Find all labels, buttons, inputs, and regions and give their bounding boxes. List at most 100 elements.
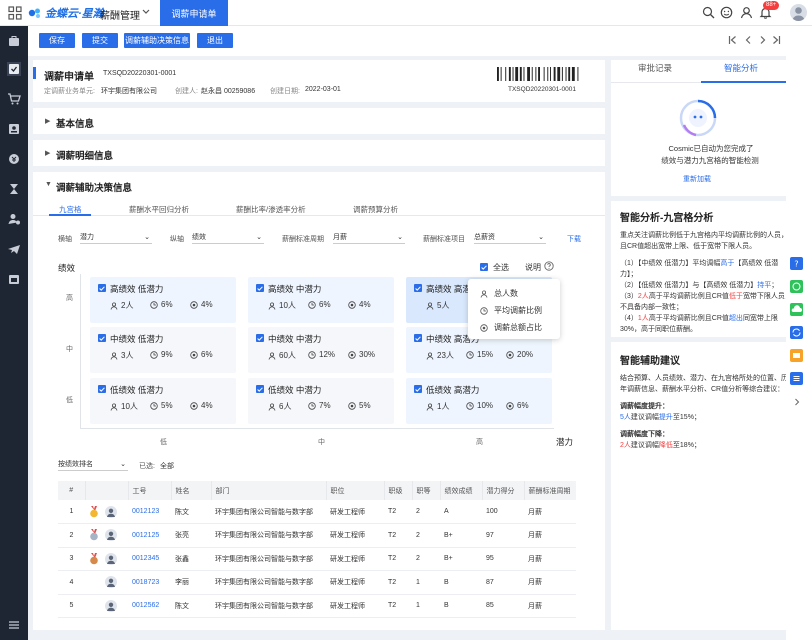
cell-emp-no[interactable]: 0018723 xyxy=(128,570,171,595)
hourglass-icon[interactable] xyxy=(7,182,21,196)
sync-rail-icon[interactable] xyxy=(790,326,803,339)
section-detail-title[interactable]: 调薪明细信息 xyxy=(56,148,113,162)
cell-emp-no[interactable]: 0012125 xyxy=(128,523,171,548)
grid-cell[interactable]: 低绩效 中潜力 6人 7% 5% xyxy=(248,378,394,424)
chat-rail-icon[interactable] xyxy=(790,280,803,293)
table-row[interactable]: 5 0012562 陈文 环宇集团有限公司智能与数字部 研发工程师 T2 1 B 85 月薪 xyxy=(58,594,576,618)
checklist-icon[interactable] xyxy=(7,62,21,76)
table-row[interactable]: 4 0018723 李丽 环宇集团有限公司智能与数字部 研发工程师 T2 1 B 87 月薪 xyxy=(58,570,576,595)
select-all-checkbox[interactable] xyxy=(480,263,488,271)
x-axis-select[interactable]: 潜力 ⌄ xyxy=(80,230,152,244)
cell-emp-no[interactable]: 0012345 xyxy=(128,547,171,571)
grid-cell[interactable]: 中绩效 中潜力 60人 12% 30% xyxy=(248,327,394,373)
search-icon[interactable] xyxy=(702,6,715,19)
cell-checkbox[interactable] xyxy=(256,385,264,393)
chevron-right-icon[interactable] xyxy=(794,398,800,406)
tab-smart-analysis[interactable]: 智能分析 xyxy=(724,62,758,74)
tab-budget[interactable]: 调薪预算分析 xyxy=(353,204,398,215)
grid-cell[interactable]: 高绩效 低潜力 2人 6% 4% xyxy=(90,277,236,323)
submit-button[interactable]: 提交 xyxy=(82,33,118,48)
cell-checkbox[interactable] xyxy=(98,284,106,292)
grid-cell[interactable]: 低绩效 高潜力 1人 10% 6% xyxy=(406,378,552,424)
grid-cell[interactable]: 高绩效 中潜力 10人 6% 4% xyxy=(248,277,394,323)
section-detail-info[interactable] xyxy=(33,140,605,166)
app-title[interactable]: 薪酬管理 xyxy=(100,7,140,22)
download-link[interactable]: 下载 xyxy=(567,234,581,244)
y-axis-select[interactable]: 绩效 ⌄ xyxy=(192,230,264,244)
analysis-point-3: （3）2人高于平均调薪比例且CR值低于宽带下限人员，不具备内部一致性； xyxy=(620,293,792,311)
analysis-intro: 重点关注调薪比例低于九宫格内平均调薪比例的人员，且CR值超出宽带上限、低于宽带下… xyxy=(620,232,788,250)
cell-checkbox[interactable] xyxy=(256,284,264,292)
org-user-icon[interactable] xyxy=(7,212,21,226)
save-button[interactable]: 保存 xyxy=(39,33,75,48)
user-icon[interactable] xyxy=(740,6,753,19)
cell-title: 高绩效 低潜力 xyxy=(110,284,164,294)
col-position: 职位 xyxy=(326,481,385,500)
list-rail-icon[interactable] xyxy=(790,372,803,385)
cell-total-share: 6% xyxy=(190,350,213,359)
prev-page-icon[interactable] xyxy=(744,35,753,45)
grid-cell[interactable]: 低绩效 低潜力 10人 5% 4% xyxy=(90,378,236,424)
cell-checkbox[interactable] xyxy=(414,334,422,342)
coin-icon[interactable] xyxy=(7,152,21,166)
table-cell: B xyxy=(440,594,482,618)
menu-icon[interactable] xyxy=(7,618,21,632)
help-circle-icon[interactable] xyxy=(544,261,554,271)
cell-checkbox[interactable] xyxy=(414,385,422,393)
message-rail-icon[interactable] xyxy=(790,349,803,362)
section-basic-title[interactable]: 基本信息 xyxy=(56,116,94,130)
caret-down-icon[interactable]: ▼ xyxy=(45,181,52,188)
creator-value: 赵永昌 00259086 xyxy=(201,88,256,95)
section-basic-info[interactable] xyxy=(33,108,605,134)
table-cell: B+ xyxy=(440,547,482,571)
cell-checkbox[interactable] xyxy=(98,334,106,342)
caret-right-icon[interactable]: ▶ xyxy=(45,117,50,125)
next-page-icon[interactable] xyxy=(758,35,767,45)
last-page-icon[interactable] xyxy=(772,35,781,45)
explain-label[interactable]: 说明 xyxy=(525,262,541,273)
decision-info-button[interactable]: 调薪辅助决策信息 xyxy=(124,33,190,48)
tab-approval-records[interactable]: 审批记录 xyxy=(638,62,672,74)
help-rail-icon[interactable]: ? xyxy=(790,257,803,270)
popup-item-total-share[interactable]: 调薪总额占比 xyxy=(480,322,542,333)
table-cell: 2 xyxy=(412,523,440,548)
table-row[interactable]: 3 0012345 张鑫 环宇集团有限公司智能与数字部 研发工程师 T2 2 B+ 95 月薪 xyxy=(58,547,576,571)
cell-checkbox[interactable] xyxy=(98,385,106,393)
smile-icon[interactable] xyxy=(720,6,733,19)
popup-item-avg-ratio[interactable]: 平均调薪比例 xyxy=(480,305,542,316)
reload-link[interactable]: 重新加载 xyxy=(683,174,711,184)
id-card-icon[interactable] xyxy=(7,122,21,136)
cell-checkbox[interactable] xyxy=(414,284,422,292)
tab-compa-ratio[interactable]: 薪酬比率/渗透率分析 xyxy=(236,204,306,215)
cell-checkbox[interactable] xyxy=(256,334,264,342)
table-row[interactable]: 1 0012123 陈文 环宇集团有限公司智能与数字部 研发工程师 T2 2 A 100 月薪 xyxy=(58,500,576,524)
sort-select[interactable]: 按绩效排名 ⌄ xyxy=(58,457,128,471)
plane-icon[interactable] xyxy=(7,242,21,256)
grid-cell[interactable]: 中绩效 低潜力 3人 9% 6% xyxy=(90,327,236,373)
table-cell: 月薪 xyxy=(524,570,576,595)
suggestion-block: 智能辅助建议 结合预算、人员绩效、潜力、在九宫格所处的位置、历年调薪信息、薪酬水… xyxy=(620,352,792,451)
popup-item-headcount[interactable]: 总人数 xyxy=(480,288,518,299)
popup-item-headcount-label: 总人数 xyxy=(494,289,518,298)
cell-emp-no[interactable]: 0012123 xyxy=(128,500,171,524)
first-page-icon[interactable] xyxy=(728,35,737,45)
table-row[interactable]: 2 0012125 张亮 环宇集团有限公司智能与数字部 研发工程师 T2 2 B+ 97 月薪 xyxy=(58,523,576,548)
section-decision-title[interactable]: 调薪辅助决策信息 xyxy=(56,180,132,194)
exit-button[interactable]: 退出 xyxy=(197,33,233,48)
period-select[interactable]: 月薪 ⌄ xyxy=(333,230,405,244)
app-grid-icon[interactable] xyxy=(8,6,22,20)
item-select[interactable]: 总薪资 ⌄ xyxy=(474,230,546,244)
select-all-label[interactable]: 全选 xyxy=(493,262,509,273)
chevron-down-icon[interactable] xyxy=(142,9,150,15)
caret-right-icon[interactable]: ▶ xyxy=(45,149,50,157)
cell-count: 10人 xyxy=(268,300,296,311)
cell-emp-no[interactable]: 0012562 xyxy=(128,594,171,618)
tab-salary-adjustment[interactable]: 调薪申请单 xyxy=(160,0,228,26)
avatar[interactable] xyxy=(790,4,807,21)
tab-regression[interactable]: 薪酬水平回归分析 xyxy=(129,204,189,215)
calendar-icon[interactable] xyxy=(7,272,21,286)
cell-title: 中绩效 中潜力 xyxy=(268,334,322,344)
cart-icon[interactable] xyxy=(7,92,21,106)
cloud-rail-icon[interactable] xyxy=(790,303,803,316)
bag-icon[interactable] xyxy=(7,34,21,48)
